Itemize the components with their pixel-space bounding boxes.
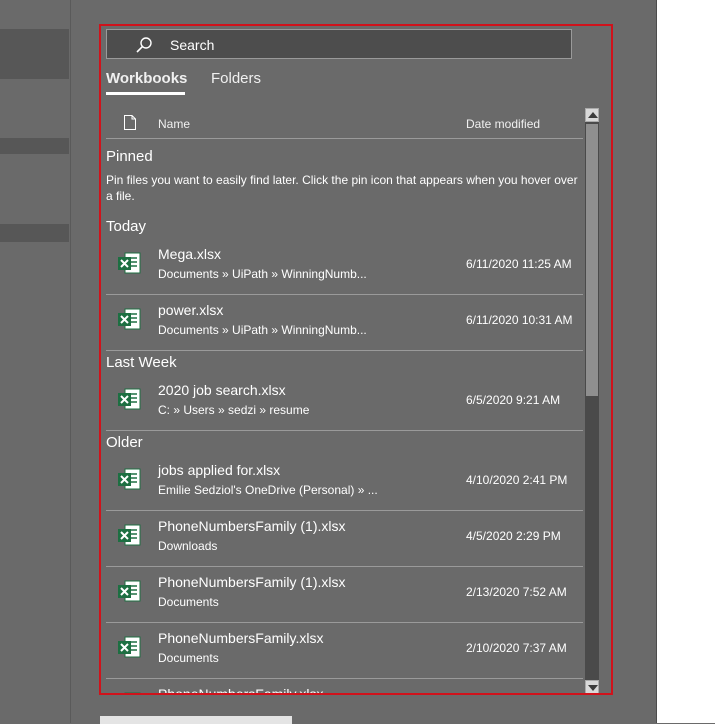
search-input[interactable]: Search bbox=[106, 29, 572, 59]
file-path: Documents » UiPath » WinningNumb... bbox=[158, 267, 367, 281]
section-pinned: Pinned bbox=[106, 148, 153, 165]
chevron-down-icon bbox=[588, 685, 598, 691]
vertical-scrollbar[interactable] bbox=[585, 108, 599, 693]
tab-workbooks[interactable]: Workbooks bbox=[106, 70, 187, 87]
excel-icon bbox=[118, 580, 141, 602]
section-last-week: Last Week bbox=[106, 354, 177, 371]
section-today: Today bbox=[106, 218, 147, 235]
file-name: power.xlsx bbox=[158, 302, 224, 318]
file-name: Mega.xlsx bbox=[158, 246, 222, 262]
file-row[interactable]: PhoneNumbersFamily.xlsx Documents 2/10/2… bbox=[106, 622, 583, 679]
scroll-thumb[interactable] bbox=[586, 124, 598, 396]
file-name: PhoneNumbersFamily.xlsx bbox=[158, 630, 324, 646]
chevron-up-icon bbox=[588, 112, 598, 118]
excel-icon bbox=[118, 524, 141, 546]
search-placeholder: Search bbox=[170, 37, 215, 53]
file-name: 2020 job search.xlsx bbox=[158, 382, 286, 398]
file-path: Emilie Sedziol's OneDrive (Personal) » .… bbox=[158, 483, 378, 497]
file-name: PhoneNumbersFamily.xlsx bbox=[158, 686, 324, 695]
pinned-message: Pin files you want to easily find later.… bbox=[106, 173, 578, 203]
column-header-row: Name Date modified bbox=[106, 108, 583, 139]
file-date: 6/11/2020 11:25 AM bbox=[466, 257, 572, 271]
column-header-date[interactable]: Date modified bbox=[466, 117, 540, 131]
excel-icon bbox=[118, 388, 141, 410]
file-row[interactable]: jobs applied for.xlsx Emilie Sedziol's O… bbox=[106, 454, 583, 511]
section-older: Older bbox=[106, 434, 143, 451]
file-date: 2/13/2020 7:52 AM bbox=[466, 585, 567, 599]
file-row[interactable]: PhoneNumbersFamily (1).xlsx Documents 2/… bbox=[106, 566, 583, 623]
column-header-name[interactable]: Name bbox=[158, 117, 190, 131]
file-path: Documents » UiPath » WinningNumb... bbox=[158, 323, 367, 337]
active-tab-indicator bbox=[106, 92, 185, 95]
file-row[interactable]: power.xlsx Documents » UiPath » WinningN… bbox=[106, 294, 583, 351]
file-date: 6/11/2020 10:31 AM bbox=[466, 313, 573, 327]
left-nav-divider bbox=[0, 224, 69, 242]
file-row[interactable]: Mega.xlsx Documents » UiPath » WinningNu… bbox=[106, 238, 583, 295]
excel-icon bbox=[124, 692, 141, 693]
file-name: PhoneNumbersFamily (1).xlsx bbox=[158, 518, 346, 534]
file-row[interactable]: PhoneNumbersFamily (1).xlsx Downloads 4/… bbox=[106, 510, 583, 567]
file-date: 2/10/2020 7:37 AM bbox=[466, 641, 567, 655]
left-nav-divider bbox=[0, 138, 69, 154]
file-path: Documents bbox=[158, 651, 219, 665]
scroll-down-button[interactable] bbox=[585, 680, 599, 693]
search-icon bbox=[136, 37, 152, 53]
left-nav-selected-item[interactable] bbox=[0, 29, 69, 79]
file-date: 4/10/2020 2:41 PM bbox=[466, 473, 568, 487]
file-path: Documents bbox=[158, 595, 219, 609]
scroll-up-button[interactable] bbox=[585, 108, 599, 122]
right-pane bbox=[656, 0, 715, 723]
file-name: jobs applied for.xlsx bbox=[158, 462, 281, 478]
file-path: Downloads bbox=[158, 539, 218, 553]
file-date: 4/5/2020 2:29 PM bbox=[466, 529, 561, 543]
file-row[interactable]: PhoneNumbersFamily.xlsx bbox=[106, 678, 583, 695]
left-nav-column bbox=[0, 0, 71, 723]
excel-icon bbox=[118, 308, 141, 330]
file-name: PhoneNumbersFamily (1).xlsx bbox=[158, 574, 346, 590]
excel-icon bbox=[118, 252, 141, 274]
excel-icon bbox=[118, 636, 141, 658]
file-date: 6/5/2020 9:21 AM bbox=[466, 393, 561, 407]
tab-folders[interactable]: Folders bbox=[211, 70, 261, 87]
file-row[interactable]: 2020 job search.xlsx C: » Users » sedzi … bbox=[106, 374, 583, 431]
file-list: Name Date modified Pinned Pin files you … bbox=[106, 108, 585, 695]
recent-files-panel: Search Workbooks Folders Name Date modif… bbox=[99, 24, 613, 695]
file-path: C: » Users » sedzi » resume bbox=[158, 403, 310, 417]
file-icon[interactable] bbox=[124, 115, 136, 130]
excel-icon bbox=[118, 468, 141, 490]
